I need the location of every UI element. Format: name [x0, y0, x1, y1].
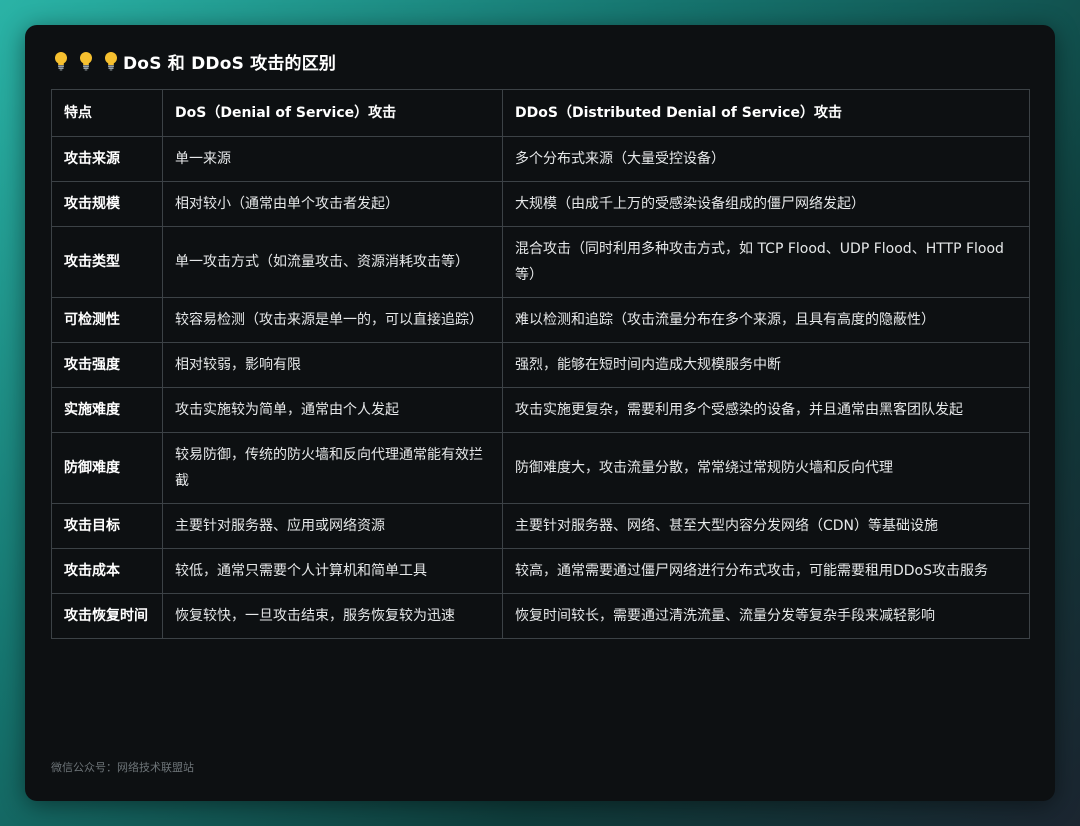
row-ddos: 主要针对服务器、网络、甚至大型内容分发网络（CDN）等基础设施 — [502, 503, 1030, 549]
table-row: 实施难度 攻击实施较为简单，通常由个人发起 攻击实施更复杂，需要利用多个受感染的… — [51, 387, 1030, 433]
page-title: DoS 和 DDoS 攻击的区别 — [54, 47, 336, 75]
row-feature: 攻击恢复时间 — [51, 593, 163, 639]
row-feature: 实施难度 — [51, 387, 163, 433]
row-ddos: 较高，通常需要通过僵尸网络进行分布式攻击，可能需要租用DDoS攻击服务 — [502, 548, 1030, 594]
row-dos: 相对较弱，影响有限 — [162, 342, 503, 388]
content-card: DoS 和 DDoS 攻击的区别 特点 DoS（Denial of Servic… — [25, 25, 1055, 801]
row-feature: 可检测性 — [51, 297, 163, 343]
row-feature: 攻击强度 — [51, 342, 163, 388]
row-ddos: 混合攻击（同时利用多种攻击方式，如 TCP Flood、UDP Flood、HT… — [502, 226, 1030, 298]
row-dos: 较低，通常只需要个人计算机和简单工具 — [162, 548, 503, 594]
table-row: 攻击类型 单一攻击方式（如流量攻击、资源消耗攻击等） 混合攻击（同时利用多种攻击… — [51, 226, 1030, 298]
header-feature: 特点 — [51, 89, 163, 137]
row-ddos: 大规模（由成千上万的受感染设备组成的僵尸网络发起） — [502, 181, 1030, 227]
table-row: 攻击规模 相对较小（通常由单个攻击者发起） 大规模（由成千上万的受感染设备组成的… — [51, 181, 1030, 227]
lightbulb-icon — [79, 51, 93, 71]
table-row: 攻击来源 单一来源 多个分布式来源（大量受控设备） — [51, 136, 1030, 182]
row-dos: 主要针对服务器、应用或网络资源 — [162, 503, 503, 549]
row-dos: 恢复较快，一旦攻击结束，服务恢复较为迅速 — [162, 593, 503, 639]
row-dos: 较易防御，传统的防火墙和反向代理通常能有效拦截 — [162, 432, 503, 504]
row-feature: 防御难度 — [51, 432, 163, 504]
title-text: DoS 和 DDoS 攻击的区别 — [123, 53, 337, 74]
table-row: 攻击强度 相对较弱，影响有限 强烈，能够在短时间内造成大规模服务中断 — [51, 342, 1030, 388]
lightbulb-icon — [54, 51, 68, 71]
row-ddos: 防御难度大，攻击流量分散，常常绕过常规防火墙和反向代理 — [502, 432, 1030, 504]
row-dos: 单一来源 — [162, 136, 503, 182]
lightbulb-icon — [104, 51, 118, 71]
row-ddos: 攻击实施更复杂，需要利用多个受感染的设备，并且通常由黑客团队发起 — [502, 387, 1030, 433]
comparison-table: 特点 DoS（Denial of Service）攻击 DDoS（Distrib… — [51, 89, 1030, 639]
row-dos: 相对较小（通常由单个攻击者发起） — [162, 181, 503, 227]
row-dos: 攻击实施较为简单，通常由个人发起 — [162, 387, 503, 433]
header-ddos: DDoS（Distributed Denial of Service）攻击 — [502, 89, 1030, 137]
table-row: 防御难度 较易防御，传统的防火墙和反向代理通常能有效拦截 防御难度大，攻击流量分… — [51, 432, 1030, 504]
row-feature: 攻击成本 — [51, 548, 163, 594]
table-row: 攻击成本 较低，通常只需要个人计算机和简单工具 较高，通常需要通过僵尸网络进行分… — [51, 548, 1030, 594]
table-row: 攻击目标 主要针对服务器、应用或网络资源 主要针对服务器、网络、甚至大型内容分发… — [51, 503, 1030, 549]
row-feature: 攻击来源 — [51, 136, 163, 182]
row-ddos: 恢复时间较长，需要通过清洗流量、流量分发等复杂手段来减轻影响 — [502, 593, 1030, 639]
table-row: 攻击恢复时间 恢复较快，一旦攻击结束，服务恢复较为迅速 恢复时间较长，需要通过清… — [51, 593, 1030, 639]
row-ddos: 多个分布式来源（大量受控设备） — [502, 136, 1030, 182]
row-ddos: 难以检测和追踪（攻击流量分布在多个来源，且具有高度的隐蔽性） — [502, 297, 1030, 343]
footer-credit: 微信公众号：网络技术联盟站 — [51, 761, 194, 774]
table-header-row: 特点 DoS（Denial of Service）攻击 DDoS（Distrib… — [51, 89, 1030, 137]
row-feature: 攻击规模 — [51, 181, 163, 227]
row-dos: 单一攻击方式（如流量攻击、资源消耗攻击等） — [162, 226, 503, 298]
row-feature: 攻击类型 — [51, 226, 163, 298]
row-feature: 攻击目标 — [51, 503, 163, 549]
header-dos: DoS（Denial of Service）攻击 — [162, 89, 503, 137]
row-dos: 较容易检测（攻击来源是单一的，可以直接追踪） — [162, 297, 503, 343]
table-row: 可检测性 较容易检测（攻击来源是单一的，可以直接追踪） 难以检测和追踪（攻击流量… — [51, 297, 1030, 343]
row-ddos: 强烈，能够在短时间内造成大规模服务中断 — [502, 342, 1030, 388]
